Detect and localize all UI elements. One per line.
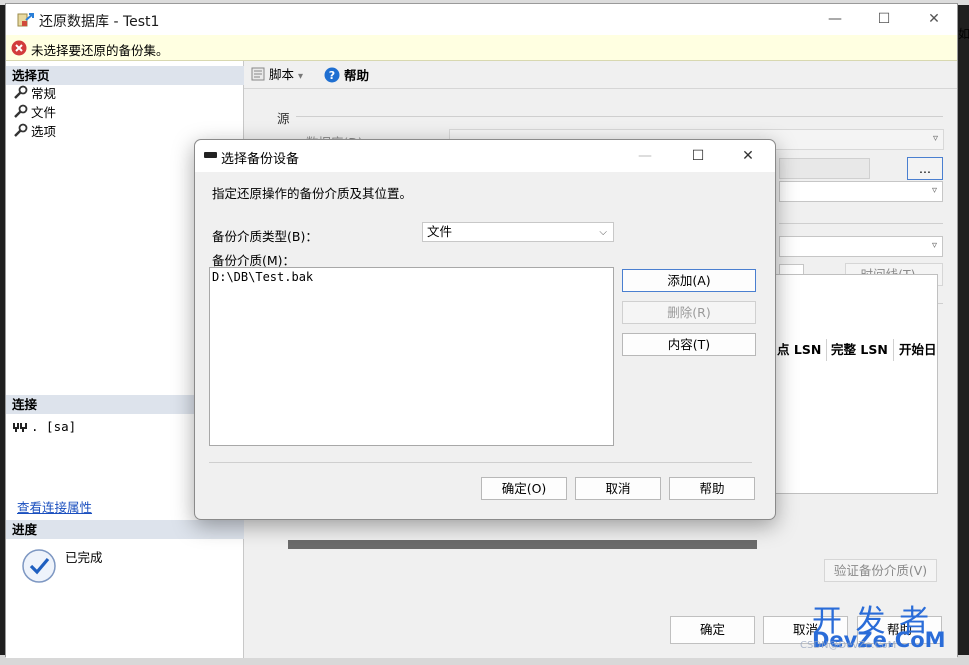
minimize-button[interactable]: — [812, 4, 858, 35]
grid-column-header[interactable]: 开始日 [899, 341, 937, 359]
error-message-bar: 未选择要还原的备份集。 [6, 35, 957, 61]
chevron-down-icon: ▿ [931, 240, 937, 251]
page-item-files[interactable]: 文件 [12, 104, 56, 122]
progress-status: 已完成 [65, 550, 103, 565]
wrench-icon [14, 123, 28, 137]
help-button[interactable]: ? 帮助 [324, 67, 369, 84]
dialog-separator [209, 462, 752, 463]
dialog-titlebar: 选择备份设备 — ☐ ✕ [195, 140, 775, 172]
device-path-field [779, 158, 870, 179]
dialog-cancel-button[interactable]: 取消 [575, 477, 661, 500]
page-item-label: 选项 [31, 124, 57, 139]
svg-text:?: ? [329, 69, 335, 82]
add-button[interactable]: 添加(A) [622, 269, 756, 292]
script-dropdown-icon[interactable]: ▾ [298, 71, 303, 82]
background-text-fragment: 如 [958, 27, 969, 41]
backup-device-icon [204, 152, 217, 158]
dialog-instruction: 指定还原操作的备份介质及其位置。 [212, 186, 413, 201]
maximize-button[interactable]: ☐ [861, 4, 907, 35]
wrench-icon [14, 85, 28, 99]
source-database-combo[interactable]: ▿ [779, 181, 943, 202]
wrench-icon [14, 104, 28, 118]
completed-check-icon [22, 549, 56, 583]
connection-icon [13, 423, 27, 432]
grid-horizontal-scrollbar[interactable] [288, 540, 757, 549]
grid-column-header[interactable]: 完整 LSN [831, 341, 888, 359]
destination-database-combo[interactable]: ▿ [779, 236, 943, 257]
browse-device-button[interactable]: ... [907, 157, 943, 180]
media-type-label: 备份介质类型(B)： [212, 229, 318, 244]
page-item-label: 常规 [31, 86, 57, 101]
window-titlebar: 还原数据库 - Test1 — ☐ ✕ [6, 4, 957, 35]
dialog-help-button[interactable]: 帮助 [669, 477, 755, 500]
page-item-options[interactable]: 选项 [12, 123, 56, 141]
grid-column-separator [893, 339, 894, 361]
dialog-close-button[interactable]: ✕ [724, 140, 772, 172]
media-type-select[interactable]: 文件 ⌵ [422, 222, 614, 242]
backup-media-list[interactable]: D:\DB\Test.bak [209, 267, 614, 446]
destination-group-line [779, 223, 943, 224]
watermark-faint-text: CSDN@DevZe.CoM [800, 640, 897, 651]
grid-column-separator [826, 339, 827, 361]
connection-text: . [sa] [31, 419, 77, 434]
toolbar: 脚本 ▾ ? 帮助 [244, 61, 957, 89]
chevron-down-icon: ▿ [931, 185, 937, 196]
ok-button[interactable]: 确定 [670, 616, 755, 644]
list-item[interactable]: D:\DB\Test.bak [212, 270, 313, 284]
source-group-line [296, 116, 943, 117]
script-icon [251, 67, 265, 81]
progress-header: 进度 [6, 520, 244, 539]
script-label: 脚本 [268, 67, 294, 82]
media-type-value: 文件 [427, 224, 453, 239]
script-button[interactable]: 脚本 ▾ [251, 67, 303, 85]
restore-database-icon [17, 13, 34, 27]
help-icon: ? [324, 67, 340, 83]
source-group-label: 源 [277, 111, 290, 126]
remove-button[interactable]: 删除(R) [622, 301, 756, 324]
error-message: 未选择要还原的备份集。 [31, 43, 169, 58]
dialog-ok-button[interactable]: 确定(O) [481, 477, 567, 500]
dialog-title: 选择备份设备 [221, 152, 300, 167]
error-icon [11, 40, 27, 56]
dialog-minimize-button[interactable]: — [621, 140, 669, 172]
connection-info: . [sa] [12, 418, 76, 436]
contents-button[interactable]: 内容(T) [622, 333, 756, 356]
view-connection-properties-link[interactable]: 查看连接属性 [17, 497, 92, 516]
window-title: 还原数据库 - Test1 [39, 14, 160, 30]
verify-backup-media-button[interactable]: 验证备份介质(V) [824, 559, 937, 582]
select-backup-device-dialog: 选择备份设备 — ☐ ✕ 指定还原操作的备份介质及其位置。 备份介质类型(B)：… [194, 139, 776, 520]
chevron-down-icon: ▿ [932, 133, 938, 144]
help-label: 帮助 [343, 68, 369, 83]
select-page-header: 选择页 [6, 66, 244, 85]
close-button[interactable]: ✕ [911, 4, 957, 35]
page-item-general[interactable]: 常规 [12, 85, 56, 103]
page-item-label: 文件 [31, 105, 57, 120]
dialog-maximize-button[interactable]: ☐ [674, 140, 722, 172]
chevron-down-icon: ⌵ [599, 227, 607, 238]
grid-column-header[interactable]: 点 LSN [777, 341, 821, 359]
